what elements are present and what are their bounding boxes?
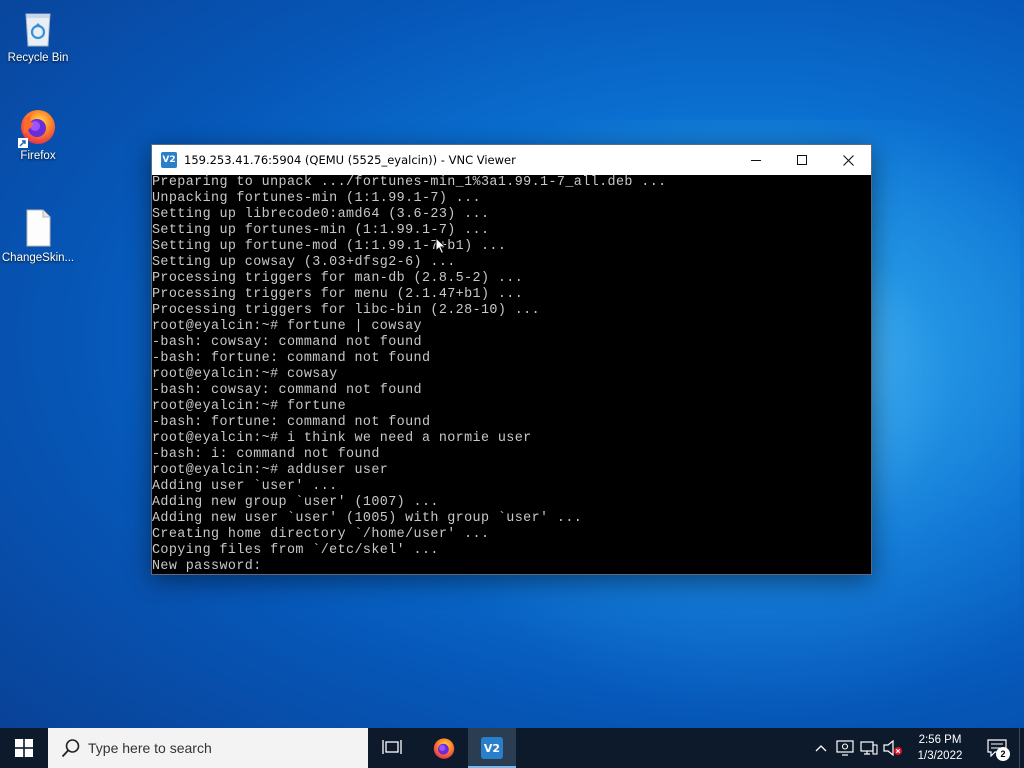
minimize-icon: [751, 160, 761, 161]
clock-date: 1/3/2022: [917, 750, 963, 762]
taskbar-clock[interactable]: 2:56 PM 1/3/2022: [905, 732, 975, 764]
volume-muted-icon: [883, 740, 902, 756]
action-center-button[interactable]: 2: [975, 728, 1019, 768]
taskbar-search-box[interactable]: Type here to search: [48, 728, 368, 768]
terminal-line: root@eyalcin:~# cowsay: [152, 367, 338, 382]
desktop-icon-label: ChangeSkin...: [1, 252, 75, 264]
terminal-line: Setting up fortunes-min (1:1.99.1-7) ...: [152, 223, 490, 238]
vnc-viewer-icon: V2: [481, 737, 503, 759]
terminal-line: Processing triggers for menu (2.1.47+b1)…: [152, 287, 524, 302]
terminal-line: Setting up cowsay (3.03+dfsg2-6) ...: [152, 255, 456, 270]
terminal-line: Processing triggers for man-db (2.8.5-2)…: [152, 271, 524, 286]
window-controls: [733, 145, 871, 175]
terminal-line: Adding new user `user' (1005) with group…: [152, 511, 583, 526]
firefox-icon: [18, 106, 58, 148]
close-button[interactable]: [825, 145, 871, 175]
desktop-icon-recycle-bin[interactable]: Recycle Bin: [0, 8, 76, 64]
network-button[interactable]: [857, 728, 881, 768]
shortcut-arrow-icon: [18, 138, 28, 148]
terminal-line: Copying files from `/etc/skel' ...: [152, 543, 439, 558]
terminal-line: root@eyalcin:~# i think we need a normie…: [152, 431, 532, 446]
terminal-line: Adding new group `user' (1007) ...: [152, 495, 439, 510]
maximize-icon: [797, 155, 807, 165]
tray-app-button[interactable]: [833, 728, 857, 768]
task-view-icon: [382, 740, 402, 754]
terminal-line: root@eyalcin:~# adduser user: [152, 463, 389, 478]
search-placeholder: Type here to search: [88, 740, 212, 756]
remote-terminal[interactable]: Preparing to unpack .../fortunes-min_1%3…: [152, 175, 871, 574]
taskbar-firefox-button[interactable]: [420, 728, 468, 768]
clock-time: 2:56 PM: [918, 734, 962, 746]
mouse-cursor-icon: [435, 237, 447, 255]
search-icon: [61, 739, 80, 758]
terminal-line: Preparing to unpack .../fortunes-min_1%3…: [152, 175, 667, 190]
window-title: 159.253.41.76:5904 (QEMU (5525_eyalcin))…: [184, 153, 516, 167]
terminal-line: -bash: cowsay: command not found: [152, 383, 422, 398]
terminal-line: Processing triggers for libc-bin (2.28-1…: [152, 303, 541, 318]
show-desktop-button[interactable]: [1019, 728, 1024, 768]
volume-button[interactable]: [881, 728, 905, 768]
taskbar-vnc-viewer-button[interactable]: V2: [468, 728, 516, 768]
file-icon: [18, 208, 58, 248]
chevron-up-icon: [815, 745, 827, 752]
window-titlebar[interactable]: V2 159.253.41.76:5904 (QEMU (5525_eyalci…: [152, 145, 871, 175]
close-icon: [842, 154, 854, 166]
terminal-line: Unpacking fortunes-min (1:1.99.1-7) ...: [152, 191, 481, 206]
terminal-line: -bash: fortune: command not found: [152, 415, 431, 430]
terminal-line: Setting up librecode0:amd64 (3.6-23) ...: [152, 207, 490, 222]
terminal-line: Creating home directory `/home/user' ...: [152, 527, 490, 542]
terminal-line: root@eyalcin:~# fortune: [152, 399, 347, 414]
monitor-icon: [836, 740, 854, 756]
terminal-line: -bash: cowsay: command not found: [152, 335, 422, 350]
vnc-viewer-icon: V2: [161, 152, 177, 168]
notification-count-badge: 2: [996, 747, 1010, 761]
terminal-line: New password:: [152, 559, 262, 574]
terminal-line: -bash: fortune: command not found: [152, 351, 431, 366]
terminal-line: Setting up fortune-mod (1:1.99.1-7+b1) .…: [152, 239, 507, 254]
show-hidden-icons-button[interactable]: [809, 728, 833, 768]
vnc-viewer-window[interactable]: V2 159.253.41.76:5904 (QEMU (5525_eyalci…: [151, 144, 872, 575]
start-button[interactable]: [0, 728, 48, 768]
terminal-line: -bash: i: command not found: [152, 447, 380, 462]
network-icon: [860, 741, 878, 755]
desktop-icon-changeskin[interactable]: ChangeSkin...: [0, 208, 76, 264]
windows-logo-icon: [15, 739, 33, 757]
firefox-icon: [433, 738, 455, 759]
desktop-icon-label: Recycle Bin: [7, 52, 69, 64]
taskbar: Type here to search V2 2:56 PM 1/3/2022 …: [0, 728, 1024, 768]
system-tray: 2:56 PM 1/3/2022 2: [809, 728, 1024, 768]
terminal-line: Adding user `user' ...: [152, 479, 338, 494]
recycle-bin-icon: [18, 8, 58, 48]
minimize-button[interactable]: [733, 145, 779, 175]
task-view-button[interactable]: [368, 728, 416, 768]
desktop-icon-firefox[interactable]: Firefox: [0, 106, 76, 162]
terminal-line: root@eyalcin:~# fortune | cowsay: [152, 319, 422, 334]
maximize-button[interactable]: [779, 145, 825, 175]
desktop-icon-label: Firefox: [20, 150, 56, 162]
